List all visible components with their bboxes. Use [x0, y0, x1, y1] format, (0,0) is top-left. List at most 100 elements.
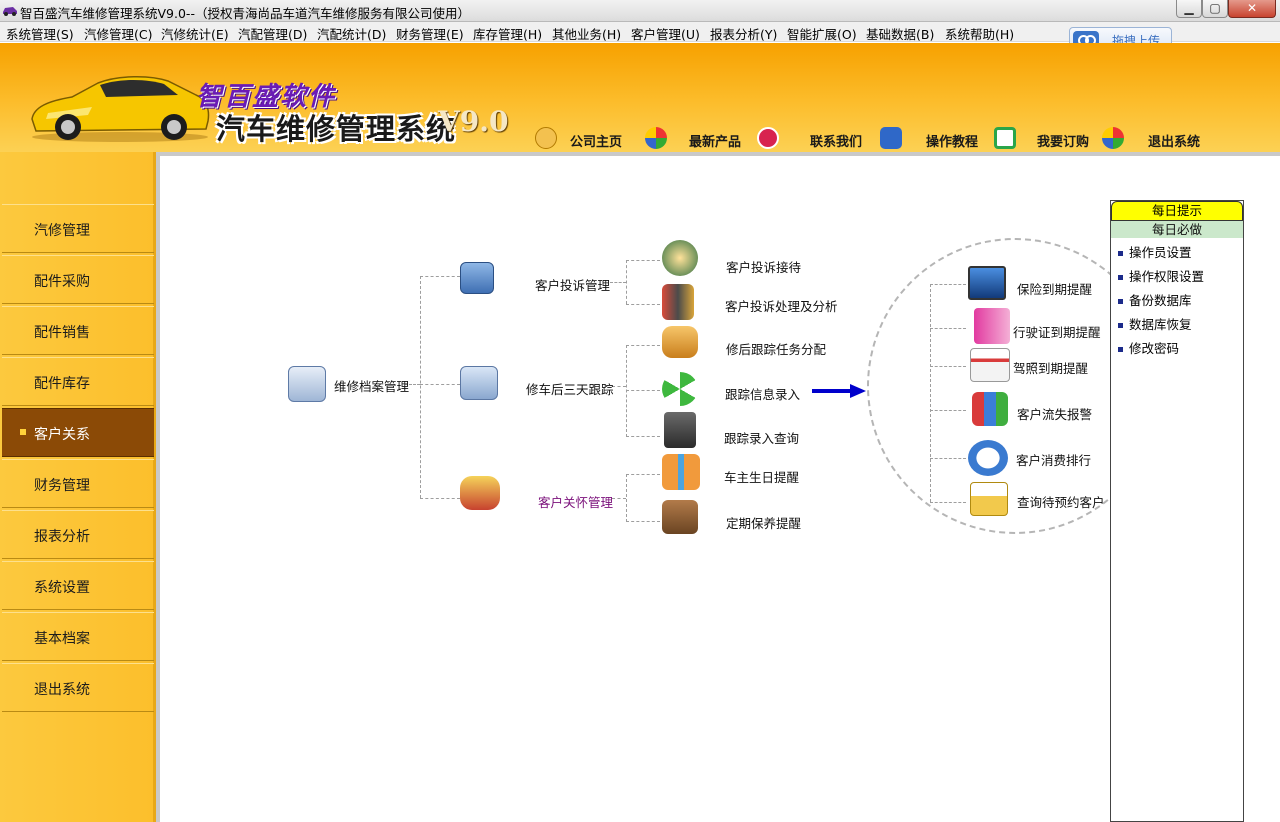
sidebar-item-label: 客户关系: [34, 427, 90, 443]
node-customer-care[interactable]: 客户关怀管理: [460, 476, 613, 512]
sidebar-item-repair[interactable]: 汽修管理: [2, 204, 154, 253]
close-button[interactable]: ✕: [1228, 0, 1276, 18]
connector-line: [626, 345, 660, 346]
sidebar-item-customer-relations[interactable]: 客户关系: [2, 408, 154, 457]
sidebar-item-parts-purchase[interactable]: 配件采购: [2, 255, 154, 304]
node-pending-appointments[interactable]: 查询待预约客户: [970, 482, 1110, 518]
daily-item-restore-database[interactable]: 数据库恢复: [1118, 314, 1192, 333]
title-bar: 智百盛汽车维修管理系统V9.0--（授权青海尚品车道汽车维修服务有限公司使用） …: [0, 0, 1280, 22]
menu-smart[interactable]: 智能扩展(O): [787, 24, 857, 43]
products-icon: [645, 127, 667, 149]
window-title: 智百盛汽车维修管理系统V9.0--（授权青海尚品车道汽车维修服务有限公司使用）: [20, 6, 470, 21]
menu-basic-data[interactable]: 基础数据(B): [866, 24, 934, 43]
nav-order[interactable]: 我要订购: [994, 127, 1094, 151]
node-label: 行驶证到期提醒: [1013, 325, 1101, 340]
assign-key-icon: [662, 326, 698, 358]
node-label: 定期保养提醒: [726, 516, 802, 531]
binders-icon: [972, 392, 1008, 426]
node-driver-license-expiry[interactable]: 驾照到期提醒: [970, 348, 1100, 384]
node-maintenance-reminder[interactable]: 定期保养提醒: [662, 500, 812, 536]
node-label: 客户投诉接待: [726, 260, 802, 275]
maximize-button[interactable]: ▢: [1202, 0, 1228, 18]
menu-system[interactable]: 系统管理(S): [6, 24, 74, 43]
menu-finance[interactable]: 财务管理(E): [396, 24, 464, 43]
node-complaint-management[interactable]: 客户投诉管理: [460, 262, 612, 296]
menu-repair[interactable]: 汽修管理(C): [84, 24, 152, 43]
node-insurance-expiry[interactable]: 保险到期提醒: [968, 266, 1098, 302]
sidebar-item-settings[interactable]: 系统设置: [2, 561, 154, 610]
connector-line: [420, 276, 460, 277]
node-label: 保险到期提醒: [1017, 282, 1093, 297]
sidebar-item-parts-stock[interactable]: 配件库存: [2, 357, 154, 406]
node-label: 跟踪信息录入: [725, 387, 801, 402]
menu-customer[interactable]: 客户管理(U): [631, 24, 700, 43]
node-label: 查询待预约客户: [1017, 495, 1105, 510]
menu-other[interactable]: 其他业务(H): [552, 24, 621, 43]
box-worker-icon: [662, 500, 698, 534]
nav-products-label: 最新产品: [689, 135, 742, 150]
sidebar-item-label: 配件销售: [34, 325, 90, 341]
node-customer-spending-rank[interactable]: 客户消费排行: [968, 440, 1098, 478]
menu-parts[interactable]: 汽配管理(D): [238, 24, 307, 43]
menu-repair-stats[interactable]: 汽修统计(E): [161, 24, 229, 43]
sidebar-item-label: 基本档案: [34, 631, 90, 647]
nav-home[interactable]: 公司主页: [535, 127, 630, 151]
node-label: 修车后三天跟踪: [526, 382, 614, 397]
node-label: 客户消费排行: [1016, 453, 1092, 468]
nav-home-label: 公司主页: [570, 135, 623, 150]
menu-reports[interactable]: 报表分析(Y): [710, 24, 777, 43]
node-three-day-tracking[interactable]: 修车后三天跟踪: [460, 366, 614, 402]
connector-line: [626, 521, 660, 522]
node-tracking-entry[interactable]: 跟踪信息录入: [662, 370, 812, 406]
brand-version: V9.0: [438, 105, 509, 138]
node-label: 客户投诉管理: [535, 278, 611, 293]
node-customer-loss-alert[interactable]: 客户流失报警: [972, 392, 1102, 428]
sidebar-item-reports[interactable]: 报表分析: [2, 510, 154, 559]
minimize-button[interactable]: ▁: [1176, 0, 1202, 18]
nav-exit[interactable]: 退出系统: [1102, 127, 1207, 151]
connector-line: [626, 345, 627, 437]
connector-line: [626, 304, 660, 305]
node-complaint-analysis[interactable]: 客户投诉处理及分析: [662, 284, 842, 320]
node-repair-archive[interactable]: 维修档案管理: [288, 366, 413, 404]
node-label: 跟踪录入查询: [724, 431, 800, 446]
sidebar-item-finance[interactable]: 财务管理: [2, 459, 154, 508]
node-label: 客户流失报警: [1017, 407, 1093, 422]
nav-tutorial[interactable]: 操作教程: [880, 127, 980, 151]
node-birthday-reminder[interactable]: 车主生日提醒: [662, 454, 812, 490]
connector-line: [612, 386, 626, 387]
folder-pink-icon: [974, 308, 1010, 344]
people-group-icon: [460, 476, 500, 510]
menu-help[interactable]: 系统帮助(H): [945, 24, 1014, 43]
node-tracking-query[interactable]: 跟踪录入查询: [662, 412, 812, 448]
node-label: 修后跟踪任务分配: [726, 342, 827, 357]
node-license-expiry[interactable]: 行驶证到期提醒: [974, 308, 1104, 346]
sidebar-item-label: 配件采购: [34, 274, 90, 290]
exit-icon: [1102, 127, 1124, 149]
menu-inventory[interactable]: 库存管理(H): [473, 24, 542, 43]
daily-item-operator-settings[interactable]: 操作员设置: [1118, 242, 1192, 261]
nav-contact-label: 联系我们: [810, 135, 863, 150]
nav-exit-label: 退出系统: [1148, 135, 1201, 150]
node-tracking-assignment[interactable]: 修后跟踪任务分配: [662, 326, 832, 360]
connector-line: [420, 384, 460, 385]
daily-item-change-password[interactable]: 修改密码: [1118, 338, 1179, 357]
sidebar-item-exit[interactable]: 退出系统: [2, 663, 154, 712]
node-complaint-reception[interactable]: 客户投诉接待: [662, 240, 812, 276]
node-label: 维修档案管理: [334, 379, 410, 394]
folder-document-icon: [970, 482, 1008, 516]
daily-item-backup-database[interactable]: 备份数据库: [1118, 290, 1192, 309]
nav-order-label: 我要订购: [1037, 135, 1090, 150]
sidebar-item-parts-sales[interactable]: 配件销售: [2, 306, 154, 355]
staff-group-icon: [662, 284, 694, 320]
node-label: 驾照到期提醒: [1013, 361, 1089, 376]
daily-tips-header: 每日提示: [1111, 201, 1243, 221]
node-label: 车主生日提醒: [724, 470, 800, 485]
nav-contact[interactable]: 联系我们: [757, 127, 867, 151]
nav-products[interactable]: 最新产品: [645, 127, 745, 151]
sidebar-item-basic-files[interactable]: 基本档案: [2, 612, 154, 661]
menu-parts-stats[interactable]: 汽配统计(D): [317, 24, 386, 43]
daily-item-permission-settings[interactable]: 操作权限设置: [1118, 266, 1204, 285]
support-user-icon: [662, 240, 698, 276]
left-sidebar: 汽修管理 配件采购 配件销售 配件库存 客户关系 财务管理 报表分析 系统设置 …: [0, 152, 156, 822]
